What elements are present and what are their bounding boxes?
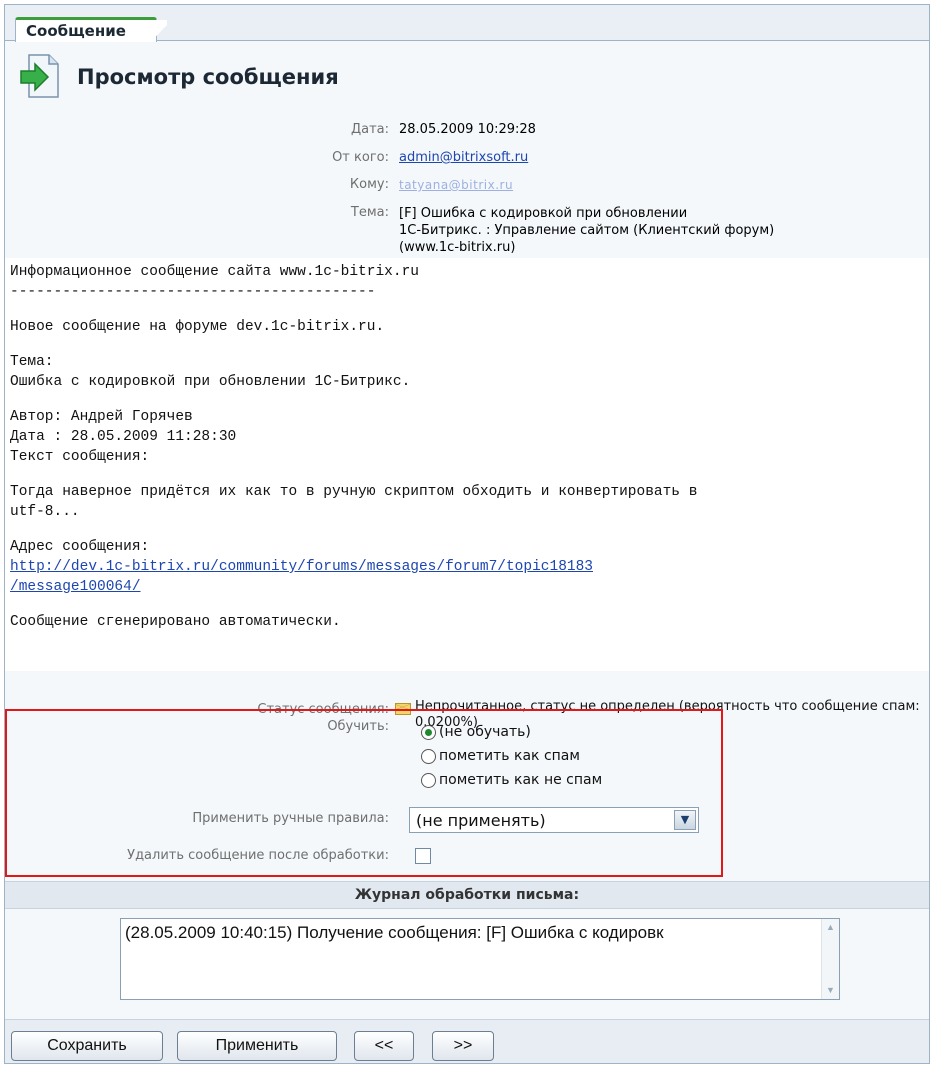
rules-label: Применить ручные правила: (192, 811, 389, 826)
save-button[interactable]: Сохранить (11, 1031, 163, 1061)
journal-textarea[interactable]: (28.05.2009 10:40:15) Получение сообщени… (120, 918, 840, 1000)
message-view-panel: Сообщение Просмотр сообщения Дата: 28.05… (4, 4, 930, 1064)
subject-line: [F] Ошибка с кодировкой при обновлении (399, 206, 688, 221)
tab-message[interactable]: Сообщение (15, 17, 157, 42)
scroll-down-icon[interactable]: ▼ (824, 984, 837, 997)
date-value: 28.05.2009 10:29:28 (399, 122, 536, 137)
body-separator: ----------------------------------------… (10, 284, 376, 300)
subject-line: (www.1c-bitrix.ru) (399, 240, 516, 255)
body-line: Текст сообщения: (10, 449, 150, 465)
body-line: Ошибка с кодировкой при обновлении 1С-Би… (10, 374, 411, 390)
radio-no-train[interactable] (421, 725, 436, 740)
prev-button[interactable]: << (354, 1031, 414, 1061)
delete-after-processing-checkbox[interactable] (415, 848, 431, 864)
journal-header: Журнал обработки письма: (5, 881, 929, 909)
apply-button[interactable]: Применить (177, 1031, 337, 1061)
next-button[interactable]: >> (432, 1031, 494, 1061)
to-label: Кому: (349, 177, 389, 192)
document-arrow-icon (20, 54, 59, 98)
page-title: Просмотр сообщения (77, 65, 339, 89)
from-link[interactable]: admin@bitrixsoft.ru (399, 150, 528, 165)
rules-select[interactable]: (не применять) ▼ (409, 807, 699, 833)
radio-mark-spam[interactable] (421, 749, 436, 764)
train-label: Обучить: (327, 719, 389, 734)
body-line: Тогда наверное придётся их как то в ручн… (10, 484, 698, 500)
from-label: От кого: (332, 150, 389, 165)
subject-value: [F] Ошибка с кодировкой при обновлении 1… (399, 205, 774, 256)
subject-label: Тема: (350, 205, 389, 220)
body-line: Тема: (10, 354, 54, 370)
date-label: Дата: (350, 122, 389, 137)
radio-mark-not-spam-label[interactable]: пометить как не спам (439, 772, 602, 788)
body-line: Дата : 28.05.2009 11:28:30 (10, 429, 237, 445)
delete-label: Удалить сообщение после обработки: (127, 848, 389, 863)
message-url-link[interactable]: http://dev.1c-bitrix.ru/community/forums… (10, 559, 593, 575)
radio-no-train-label[interactable]: (не обучать) (439, 724, 531, 740)
message-body: Информационное сообщение сайта www.1c-bi… (5, 258, 929, 671)
scroll-up-icon[interactable]: ▲ (824, 921, 837, 934)
radio-mark-spam-label[interactable]: пометить как спам (439, 748, 580, 764)
body-line: Новое сообщение на форуме dev.1c-bitrix.… (10, 319, 385, 335)
chevron-down-icon[interactable]: ▼ (674, 810, 696, 830)
journal-scrollbar[interactable]: ▲ ▼ (821, 919, 839, 999)
body-closing: Сообщение сгенерировано автоматически. (10, 614, 341, 630)
body-line: utf-8... (10, 504, 80, 520)
subject-line: 1С-Битрикс. : Управление сайтом (Клиентс… (399, 223, 775, 238)
body-line: Информационное сообщение сайта www.1c-bi… (10, 264, 419, 280)
body-line: Автор: Андрей Горячев (10, 409, 193, 425)
rules-select-value: (не применять) (416, 811, 546, 830)
footer-toolbar: Сохранить Применить << >> (5, 1019, 929, 1063)
tab-corner (155, 20, 167, 42)
journal-text: (28.05.2009 10:40:15) Получение сообщени… (125, 923, 664, 942)
message-url-link[interactable]: /message100064/ (10, 579, 141, 595)
body-line: Адрес сообщения: (10, 539, 150, 555)
tab-strip: Сообщение (5, 5, 929, 42)
to-link[interactable]: tatyana@bitrix.ru (399, 178, 513, 192)
radio-mark-not-spam[interactable] (421, 773, 436, 788)
